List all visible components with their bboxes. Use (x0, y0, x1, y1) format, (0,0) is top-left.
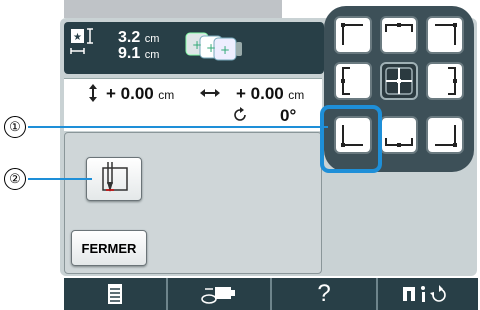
callout-line-2 (28, 178, 92, 180)
horizontal-offset-value: + 0.00 (236, 84, 284, 103)
document-button[interactable] (64, 278, 166, 310)
svg-text:+: + (220, 43, 230, 57)
callout-number-1: ① (4, 116, 26, 138)
grid-top-center-button[interactable] (380, 16, 418, 54)
callout-highlight (320, 105, 382, 173)
callout-line-1 (28, 126, 328, 128)
height-readout: 9.1 cm (118, 45, 159, 63)
horizontal-arrow-icon (200, 89, 220, 97)
edge-top-icon (385, 23, 413, 32)
starting-point-button[interactable] (86, 157, 142, 201)
help-button[interactable]: ? (272, 278, 376, 310)
top-tab-strip (64, 0, 282, 18)
rotation-value: 0° (280, 106, 297, 125)
embroidery-frame-icon (201, 287, 235, 304)
corner-top-left-icon (341, 23, 363, 45)
bottom-toolbar: ? (64, 278, 478, 310)
help-icon: ? (317, 280, 331, 307)
grid-middle-left-button[interactable] (334, 62, 372, 100)
embroidery-pattern-icon: + + + (185, 32, 242, 61)
callout-number-2: ② (4, 168, 26, 190)
corner-top-right-icon (435, 23, 457, 45)
vertical-offset: + 0.00 cm (106, 84, 174, 104)
grid-bottom-right-button[interactable] (426, 116, 464, 154)
svg-text:+: + (192, 38, 202, 52)
grid-top-left-button[interactable] (334, 16, 372, 54)
machine-settings-icon (403, 285, 446, 302)
center-cross-icon (385, 67, 413, 95)
size-icon: ★ (70, 28, 93, 54)
grid-center-button[interactable] (380, 62, 418, 100)
horizontal-offset: + 0.00 cm (236, 84, 304, 104)
horizontal-offset-unit: cm (288, 88, 305, 102)
height-unit: cm (144, 49, 160, 61)
width-unit: cm (144, 33, 160, 45)
embroidery-frame-button[interactable] (168, 278, 270, 310)
edge-left-icon (341, 67, 350, 95)
vertical-arrow-icon (89, 84, 97, 102)
grid-bottom-center-button[interactable] (380, 116, 418, 154)
width-value: 3.2 (118, 29, 141, 46)
svg-text:+: + (206, 41, 216, 55)
grid-top-right-button[interactable] (426, 16, 464, 54)
grid-middle-right-button[interactable] (426, 62, 464, 100)
rotation-icon (234, 107, 246, 121)
svg-text:★: ★ (73, 32, 82, 43)
corner-bottom-right-icon (435, 125, 457, 147)
vertical-offset-value: + 0.00 (106, 84, 154, 103)
height-value: 9.1 (118, 45, 141, 62)
edge-bottom-icon (385, 138, 413, 147)
needle-start-icon (102, 162, 128, 192)
close-button[interactable]: FERMER (71, 230, 147, 266)
document-icon (108, 284, 122, 304)
vertical-offset-unit: cm (158, 88, 175, 102)
edge-right-icon (448, 67, 457, 95)
settings-button[interactable] (378, 278, 478, 310)
